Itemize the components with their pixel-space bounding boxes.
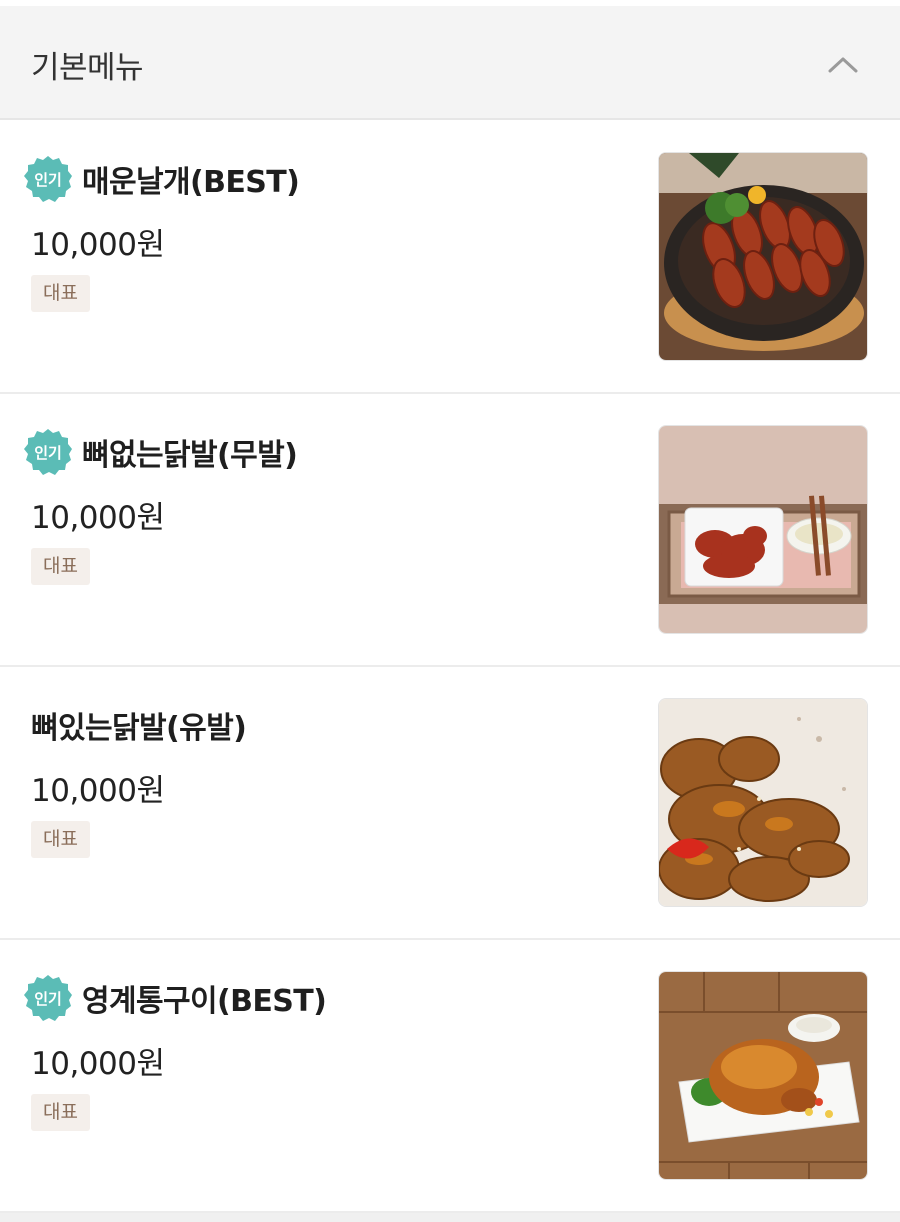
popular-badge-label: 인기 [34, 990, 62, 1008]
item-price: 10,000원 [31, 773, 165, 809]
bone-in-chicken-feet-photo[interactable] [658, 698, 868, 907]
item-price: 10,000원 [31, 1046, 165, 1082]
item-name-row: 인기 뼈없는닭발(무발) [23, 426, 298, 478]
representative-tag: 대표 [31, 821, 90, 858]
item-name-row: 인기 영계통구이(BEST) [23, 972, 327, 1024]
menu-item-bone-in-chicken-feet[interactable]: 뼈있는닭발(유발) 10,000원 대표 [0, 667, 900, 940]
menu-list: 인기 매운날개(BEST) 10,000원 대표 인기 뼈없는닭발(무발) 10… [0, 121, 900, 1213]
menu-item-boneless-chicken-feet[interactable]: 인기 뼈없는닭발(무발) 10,000원 대표 [0, 394, 900, 667]
menu-item-spicy-wings[interactable]: 인기 매운날개(BEST) 10,000원 대표 [0, 121, 900, 394]
boneless-chicken-feet-photo[interactable] [658, 425, 868, 634]
popular-badge: 인기 [23, 973, 73, 1023]
item-price: 10,000원 [31, 500, 165, 536]
item-name-row: 뼈있는닭발(유발) [31, 699, 247, 751]
popular-badge: 인기 [23, 427, 73, 477]
item-name: 영계통구이(BEST) [82, 984, 327, 1019]
item-name-row: 인기 매운날개(BEST) [23, 153, 300, 205]
chevron-up-icon [828, 57, 858, 73]
representative-tag: 대표 [31, 275, 90, 312]
item-name: 뼈있는닭발(유발) [31, 711, 247, 746]
representative-tag: 대표 [31, 548, 90, 585]
representative-tag: 대표 [31, 1094, 90, 1131]
item-name: 매운날개(BEST) [82, 165, 300, 200]
menu-section-header[interactable]: 기본메뉴 [0, 6, 900, 120]
spicy-wings-photo[interactable] [658, 152, 868, 361]
popular-badge: 인기 [23, 154, 73, 204]
menu-item-roast-whole-chicken[interactable]: 인기 영계통구이(BEST) 10,000원 대표 [0, 940, 900, 1213]
bottom-divider [0, 1213, 900, 1222]
roast-whole-chicken-photo[interactable] [658, 971, 868, 1180]
item-name: 뼈없는닭발(무발) [82, 438, 298, 473]
collapse-button[interactable] [818, 42, 868, 86]
popular-badge-label: 인기 [34, 171, 62, 189]
item-price: 10,000원 [31, 227, 165, 263]
popular-badge-label: 인기 [34, 444, 62, 462]
section-title: 기본메뉴 [31, 50, 144, 86]
